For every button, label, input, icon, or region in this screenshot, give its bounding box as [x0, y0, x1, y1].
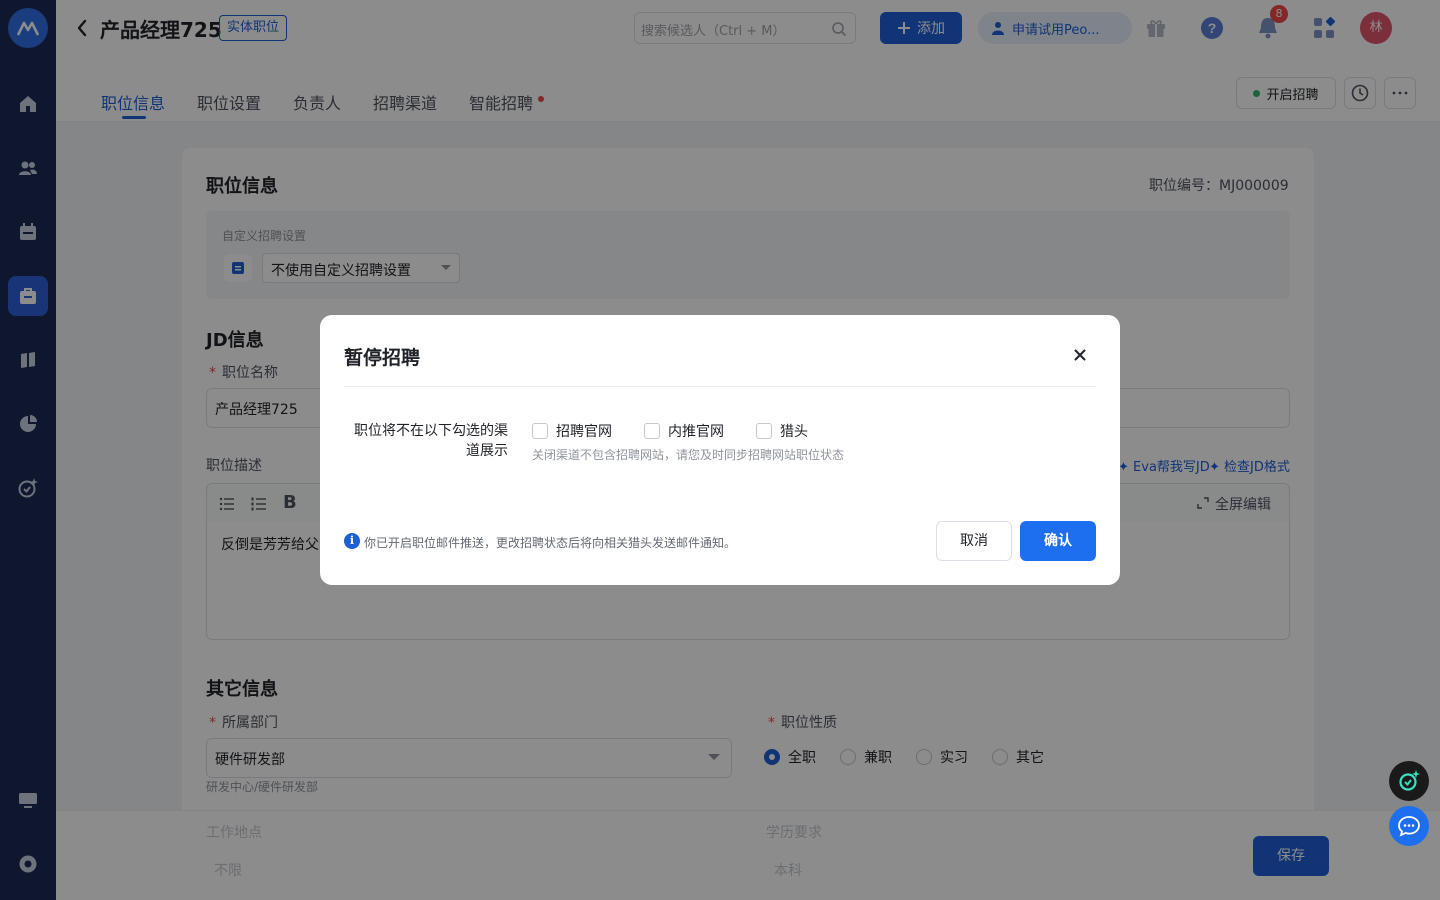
dialog-divider: [344, 386, 1096, 387]
ai-sparkle-icon: [1399, 770, 1420, 791]
info-icon: i: [344, 533, 360, 549]
chat-icon: [1398, 816, 1420, 837]
cancel-button[interactable]: 取消: [936, 521, 1012, 561]
checkbox-career-site-label[interactable]: 招聘官网: [556, 421, 612, 441]
checkbox-career-site[interactable]: [532, 423, 548, 439]
checkbox-headhunter[interactable]: [756, 423, 772, 439]
ai-floating-button[interactable]: [1389, 761, 1429, 801]
checkbox-referral-site-label[interactable]: 内推官网: [668, 421, 724, 441]
checkbox-headhunter-label[interactable]: 猎头: [780, 421, 808, 441]
pause-recruit-dialog: 暂停招聘 职位将不在以下勾选的渠道展示 招聘官网 内推官网 猎头 关闭渠道不包含…: [320, 315, 1120, 585]
checkbox-referral-site[interactable]: [644, 423, 660, 439]
channel-field-label: 职位将不在以下勾选的渠道展示: [354, 423, 508, 459]
close-icon[interactable]: [1070, 345, 1090, 365]
email-notice: 你已开启职位邮件推送，更改招聘状态后将向相关猎头发送邮件通知。: [364, 536, 737, 550]
confirm-button[interactable]: 确认: [1020, 521, 1096, 561]
dialog-title: 暂停招聘: [344, 347, 421, 369]
channel-hint: 关闭渠道不包含招聘网站，请您及时同步招聘网站职位状态: [532, 448, 845, 462]
chat-support-button[interactable]: [1389, 806, 1429, 846]
